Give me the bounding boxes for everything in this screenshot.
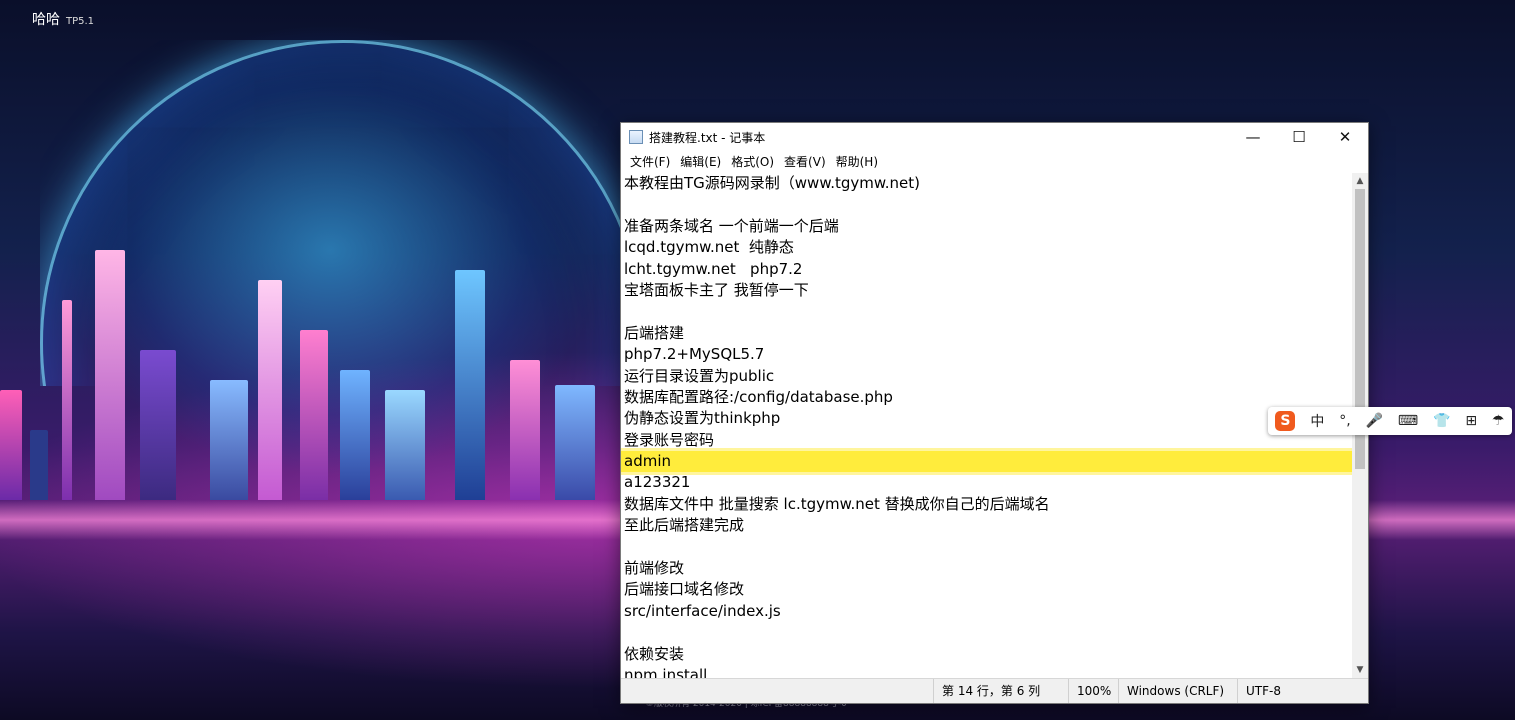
menu-bar: 文件(F) 编辑(E) 格式(O) 查看(V) 帮助(H) [621,151,1368,171]
desktop-title: 哈哈 TP5.1 [32,9,94,29]
editor-line[interactable] [621,301,1352,322]
scroll-up-icon[interactable]: ▲ [1352,173,1368,189]
ime-punctuation-icon[interactable]: °, [1339,413,1350,429]
menu-edit[interactable]: 编辑(E) [675,153,726,170]
editor-line[interactable]: src/interface/index.js [621,601,1352,622]
notepad-window[interactable]: 搭建教程.txt - 记事本 — ☐ ✕ 文件(F) 编辑(E) 格式(O) 查… [620,122,1369,704]
editor-line[interactable]: 伪静态设置为thinkphp [621,408,1352,429]
wallpaper-city [0,200,660,500]
ime-toolbar[interactable]: S 中 °, 🎤 ⌨ 👕 ⊞ ☂ [1268,407,1512,435]
editor-line[interactable]: a123321 [621,472,1352,493]
editor-line[interactable]: lcht.tgymw.net php7.2 [621,259,1352,280]
desktop-title-text: 哈哈 [32,12,60,28]
editor-line[interactable]: 至此后端搭建完成 [621,515,1352,536]
editor-line[interactable]: 宝塔面板卡主了 我暂停一下 [621,280,1352,301]
menu-file[interactable]: 文件(F) [625,153,675,170]
editor-line[interactable] [621,194,1352,215]
editor-line[interactable]: 登录账号密码 [621,430,1352,451]
menu-format[interactable]: 格式(O) [726,153,779,170]
minimize-button[interactable]: — [1230,123,1276,151]
desktop-subtitle: TP5.1 [66,16,95,27]
close-button[interactable]: ✕ [1322,123,1368,151]
window-title: 搭建教程.txt - 记事本 [649,130,766,145]
menu-view[interactable]: 查看(V) [779,153,831,170]
editor-line[interactable]: 数据库配置路径:/config/database.php [621,387,1352,408]
editor-line[interactable]: php7.2+MySQL5.7 [621,344,1352,365]
editor-line[interactable]: 后端接口域名修改 [621,579,1352,600]
scroll-down-icon[interactable]: ▼ [1352,662,1368,678]
editor-line[interactable]: admin [621,451,1352,473]
status-position: 第 14 行，第 6 列 [933,679,1068,703]
title-bar[interactable]: 搭建教程.txt - 记事本 — ☐ ✕ [621,123,1368,151]
editor-line[interactable] [621,622,1352,643]
editor-line[interactable]: 后端搭建 [621,323,1352,344]
editor-line[interactable]: 准备两条域名 一个前端一个后端 [621,216,1352,237]
status-line-ending: Windows (CRLF) [1118,679,1237,703]
editor-line[interactable]: 前端修改 [621,558,1352,579]
microphone-icon[interactable]: 🎤 [1366,413,1383,429]
keyboard-icon[interactable]: ⌨ [1398,413,1418,429]
editor-line[interactable]: npm install [621,665,1352,678]
editor-line[interactable]: lcqd.tgymw.net 纯静态 [621,237,1352,258]
notepad-icon [629,130,643,144]
status-bar: 第 14 行，第 6 列 100% Windows (CRLF) UTF-8 [621,678,1368,703]
status-zoom: 100% [1068,679,1118,703]
mascot-icon[interactable]: ☂ [1492,413,1505,429]
status-encoding: UTF-8 [1237,679,1334,703]
editor-line[interactable]: 数据库文件中 批量搜索 lc.tgymw.net 替换成你自己的后端域名 [621,494,1352,515]
editor-line[interactable]: 运行目录设置为public [621,366,1352,387]
text-editor[interactable]: 本教程由TG源码网录制（www.tgymw.net) 准备两条域名 一个前端一个后… [621,173,1352,678]
menu-help[interactable]: 帮助(H) [831,153,883,170]
skin-icon[interactable]: 👕 [1433,413,1450,429]
sogou-logo-icon[interactable]: S [1275,411,1296,431]
editor-line[interactable]: 本教程由TG源码网录制（www.tgymw.net) [621,173,1352,194]
ime-chinese-mode[interactable]: 中 [1310,411,1324,431]
editor-line[interactable]: 依赖安装 [621,644,1352,665]
maximize-button[interactable]: ☐ [1276,123,1322,151]
toolbox-icon[interactable]: ⊞ [1465,413,1477,429]
editor-line[interactable] [621,537,1352,558]
